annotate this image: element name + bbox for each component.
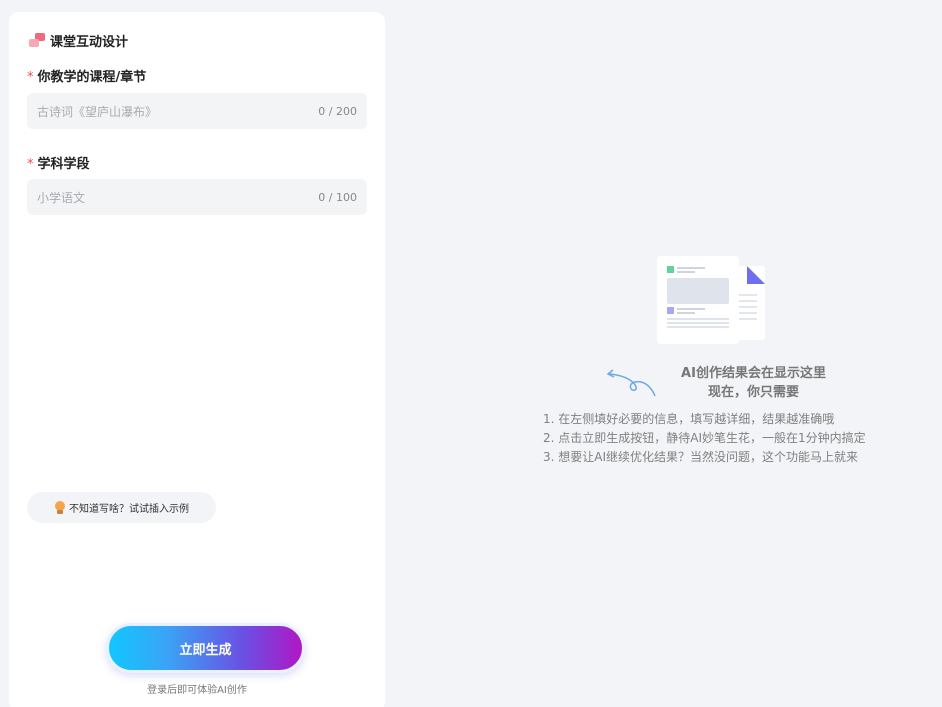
insert-example-label: 不知道写啥？试试插入示例 (69, 504, 189, 515)
panel-title: 课堂互动设计 (50, 35, 129, 50)
stage-field-label: * 学科学段 (27, 153, 90, 172)
required-mark: * (27, 157, 34, 172)
result-subtitle: 现在，你只需要 (707, 385, 799, 400)
instruction-step: 3. 想要让AI继续优化结果？当然没问题，这个功能马上就来 (543, 450, 859, 464)
stage-input-placeholder: 小学语文 (37, 190, 86, 205)
course-input[interactable]: 古诗词《望庐山瀑布》 0 / 200 (27, 93, 367, 129)
app-logo-icon (29, 32, 45, 49)
course-field-label: * 你教学的课程/章节 (27, 66, 146, 85)
course-input-placeholder: 古诗词《望庐山瀑布》 (37, 104, 158, 119)
panel-header: 课堂互动设计 (29, 31, 128, 50)
result-area: AI创作结果会在显示这里 现在，你只需要 1. 在左侧填好必要的信息，填写越详细… (385, 0, 942, 707)
instruction-step: 2. 点击立即生成按钮，静待AI妙笔生花，一般在1分钟内搞定 (543, 431, 866, 445)
stage-char-counter: 0 / 100 (318, 190, 357, 204)
course-char-counter: 0 / 200 (318, 104, 357, 118)
login-note: 登录后即可体验AI创作 (147, 685, 247, 696)
stage-label-text: 学科学段 (37, 157, 90, 172)
document-illustration-icon (657, 256, 765, 344)
course-label-text: 你教学的课程/章节 (37, 70, 147, 85)
generate-button[interactable]: 立即生成 (106, 623, 305, 673)
lightbulb-icon (54, 500, 66, 515)
required-mark: * (27, 70, 34, 85)
instruction-list: 1. 在左侧填好必要的信息，填写越详细，结果越准确哦 2. 点击立即生成按钮，静… (543, 410, 866, 467)
input-panel: 课堂互动设计 * 你教学的课程/章节 古诗词《望庐山瀑布》 0 / 200 * 学科… (9, 12, 385, 707)
result-title: AI创作结果会在显示这里 (681, 366, 826, 381)
insert-example-button[interactable]: 不知道写啥？试试插入示例 (27, 492, 216, 523)
instruction-step: 1. 在左侧填好必要的信息，填写越详细，结果越准确哦 (543, 412, 835, 426)
stage-input[interactable]: 小学语文 0 / 100 (27, 179, 367, 215)
